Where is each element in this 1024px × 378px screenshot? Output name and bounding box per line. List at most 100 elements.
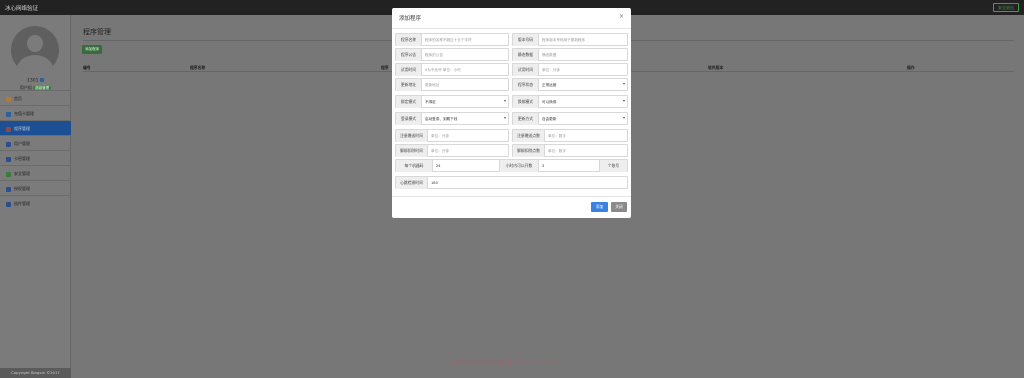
modal-title: 添加程序 [399, 16, 422, 22]
sidebar-menu: 首页 充值卡管理 程序管理 用户管理 卡密管理 安全管理 授权管理 插件管理 [0, 90, 71, 210]
login-mode-select[interactable]: 启动登录、到期下线 [422, 113, 508, 125]
form-row: 心跳检测时间 180 [395, 176, 628, 189]
unbind-deduct-time-group: 解绑扣除时间 单位：分钟 [395, 144, 509, 157]
sidebar-item-auth[interactable]: 授权管理 [0, 180, 71, 195]
online-limit-group: 每个机器码 24 小时内可以开数 3 个账号 [395, 159, 628, 172]
app-version-label: 版本号码 [513, 34, 539, 46]
unbind-deduct-points-label: 解绑扣除点数 [513, 145, 545, 157]
login-mode-label: 登录模式 [396, 113, 422, 125]
static-data-input[interactable]: 静态数据 [539, 49, 627, 61]
app-notice-input[interactable]: 程序的公告 [422, 49, 508, 61]
reg-gift-points-input[interactable]: 单位：数字 [545, 130, 627, 142]
update-url-input[interactable]: 更新地址 [422, 79, 508, 91]
unbind-deduct-time-label: 解绑扣除时间 [396, 145, 428, 157]
update-url-group: 更新地址 更新地址 [395, 78, 509, 91]
interval-label: 每个机器码 [396, 160, 433, 172]
add-program-modal: 添加程序 × 程序名称 程序的名称不超过十五个字符 版本号码 程序版本号码用于更… [392, 8, 631, 218]
reg-gift-time-input[interactable]: 单位：分钟 [428, 130, 508, 142]
bind-mode-select[interactable]: 不绑定 [422, 96, 508, 108]
column-header-version[interactable]: 软件版本 [708, 65, 723, 71]
app-version-input[interactable]: 程序版本号码用于更新程序 [539, 34, 627, 46]
username: 1301 [0, 78, 71, 84]
page-title: 程序管理 [83, 28, 111, 36]
watermark: 专业网站源码下载:源码天堂 www.huzhan.com [450, 361, 561, 366]
sidebar-item-plugins[interactable]: 插件管理 [0, 195, 71, 210]
auth-icon [6, 186, 11, 192]
app-status-group: 程序状态 正常运营 [512, 78, 628, 91]
card-icon [6, 111, 11, 117]
key-icon [6, 156, 11, 162]
charge-mode-select[interactable]: 自由更新 [539, 113, 627, 125]
unbind-deduct-time-input[interactable]: 单位：分钟 [428, 145, 508, 157]
bind-mode-label: 绑定模式 [396, 96, 422, 108]
app-notice-label: 程序公告 [396, 49, 422, 61]
chevron-down-icon [504, 117, 506, 119]
sidebar-item-label: 安全管理 [14, 171, 30, 176]
column-header-name[interactable]: 程序名称 [190, 65, 205, 71]
max-online-suffix: 个账号 [599, 160, 627, 172]
trial-count-label: 试用时间 [513, 64, 539, 76]
unbind-deduct-points-input[interactable]: 单位：数字 [545, 145, 627, 157]
column-header-id[interactable]: 编号 [83, 65, 91, 71]
sidebar-item-label: 授权管理 [14, 186, 30, 191]
max-online-input[interactable]: 3 [539, 160, 599, 172]
user-status-icon [39, 78, 44, 82]
unbind-mode-group: 换绑模式 可以换绑 [512, 95, 628, 108]
close-button[interactable]: 关闭 [611, 202, 627, 212]
column-header-actions[interactable]: 操作 [907, 65, 915, 71]
sidebar-item-label: 程序管理 [14, 126, 30, 131]
shield-icon [6, 171, 11, 177]
avatar-head-shape [27, 35, 43, 52]
app-name-label: 程序名称 [396, 34, 422, 46]
trial-time-label: 试用时间 [396, 64, 422, 76]
sidebar-item-label: 充值卡管理 [14, 111, 34, 116]
app-name-input[interactable]: 程序的名称不超过十五个字符 [422, 34, 508, 46]
reg-gift-points-group: 注册赠送点数 单位：数字 [512, 129, 628, 142]
static-data-group: 静态数据 静态数据 [512, 48, 628, 61]
sidebar-item-users[interactable]: 用户管理 [0, 135, 71, 150]
submit-button[interactable]: 添加 [591, 202, 608, 212]
reg-gift-points-label: 注册赠送点数 [513, 130, 545, 142]
unbind-mode-label: 换绑模式 [513, 96, 539, 108]
modal-header-divider [392, 28, 631, 29]
sidebar: 1301 用户组 超级管理 首页 充值卡管理 程序管理 用户管理 卡密管理 安全… [0, 15, 71, 378]
trial-time-input[interactable]: 0为不允许 单位：小时 [422, 64, 508, 76]
sidebar-item-label: 用户管理 [14, 141, 30, 146]
login-mode-group: 登录模式 启动登录、到期下线 [395, 112, 509, 125]
unbind-deduct-points-group: 解绑扣除点数 单位：数字 [512, 144, 628, 157]
reg-gift-time-label: 注册赠送时间 [396, 130, 428, 142]
trial-count-group: 试用时间 单位：分钟 [512, 63, 628, 76]
trial-time-group: 试用时间 0为不允许 单位：小时 [395, 63, 509, 76]
app-status-select[interactable]: 正常运营 [539, 79, 627, 91]
heartbeat-input[interactable]: 180 [428, 177, 627, 189]
sidebar-item-security[interactable]: 安全管理 [0, 165, 71, 180]
sidebar-item-cards[interactable]: 充值卡管理 [0, 105, 71, 120]
heartbeat-group: 心跳检测时间 180 [395, 176, 628, 189]
unbind-mode-select[interactable]: 可以换绑 [539, 96, 627, 108]
app-notice-group: 程序公告 程序的公告 [395, 48, 509, 61]
sidebar-item-programs[interactable]: 程序管理 [0, 120, 71, 135]
charge-mode-label: 更新方式 [513, 113, 539, 125]
heartbeat-label: 心跳检测时间 [396, 177, 428, 189]
trial-count-input[interactable]: 单位：分钟 [539, 64, 627, 76]
plugin-icon [6, 201, 11, 207]
logout-button[interactable]: 安全退出 [993, 3, 1019, 12]
avatar [11, 26, 59, 74]
static-data-label: 静态数据 [513, 49, 539, 61]
add-program-button[interactable]: 添加程序 [82, 45, 103, 54]
column-header-program[interactable]: 程序 [381, 65, 389, 71]
username-text: 1301 [27, 78, 39, 84]
sidebar-item-home[interactable]: 首页 [0, 90, 71, 105]
interval-input[interactable]: 24 [433, 160, 499, 172]
bind-mode-group: 绑定模式 不绑定 [395, 95, 509, 108]
sidebar-item-label: 卡密管理 [14, 156, 30, 161]
form-row: 每个机器码 24 小时内可以开数 3 个账号 [395, 159, 628, 172]
max-online-label: 小时内可以开数 [499, 160, 539, 172]
chevron-down-icon [504, 100, 506, 102]
user-icon [6, 141, 11, 147]
sidebar-item-keys[interactable]: 卡密管理 [0, 150, 71, 165]
modal-footer-divider [392, 196, 631, 197]
app-version-group: 版本号码 程序版本号码用于更新程序 [512, 33, 628, 46]
brand-title[interactable]: 冰心网络验证 [5, 4, 38, 12]
close-icon[interactable]: × [619, 13, 624, 20]
